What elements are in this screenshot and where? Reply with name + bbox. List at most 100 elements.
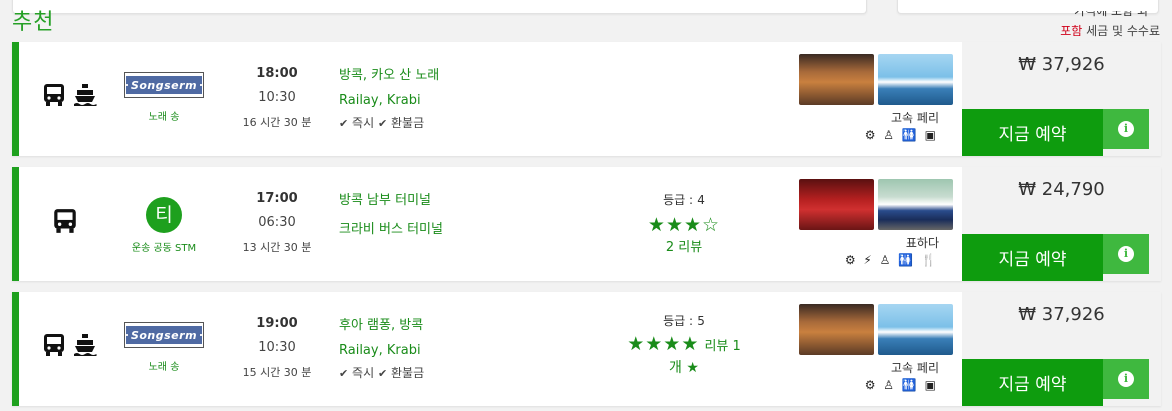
price: ₩ 24,790 (1018, 179, 1105, 200)
bus-icon (44, 334, 64, 356)
info-icon: i (1118, 371, 1134, 387)
times: 17:00 06:30 13 시간 30 분 (237, 191, 317, 255)
photo-coach[interactable] (878, 179, 953, 230)
duration: 15 시간 30 분 (242, 366, 312, 379)
gear-icon: ⚙ (844, 253, 858, 267)
departure-time: 17:00 (256, 191, 298, 206)
tv-icon: ▣ (924, 128, 938, 142)
book-now-button[interactable]: 지금 예약 (962, 109, 1103, 156)
arrival-time: 10:30 (258, 90, 296, 105)
check-icon: ✔ (377, 367, 388, 380)
photo-ferry[interactable] (878, 54, 953, 105)
info-icon: i (1118, 246, 1134, 262)
ferry-icon (74, 334, 97, 356)
times: 19:00 10:30 15 시간 30 분 (237, 316, 317, 380)
amenities: ⚙ ⚡ ♙ 🚻 🍴 (845, 253, 938, 267)
toilet-icon: ♙ (883, 378, 897, 392)
bus-icon (44, 84, 64, 106)
mode-icons (51, 207, 79, 235)
flags: ✔ 즉시 ✔ 환불금 (339, 114, 439, 131)
amenities: ⚙ ♙ 🚻 ▣ (865, 378, 938, 392)
power-icon: ⚡ (863, 253, 874, 267)
route-to[interactable]: Railay, Krabi (339, 93, 439, 108)
grade: 등급 : 4 (663, 193, 705, 207)
grade-value: 5 (697, 314, 705, 328)
operator-name: 노래 송 (148, 112, 180, 123)
section-title: 추천 (12, 10, 55, 35)
tax-rest: 세금 및 수수료 (1082, 24, 1160, 38)
check-icon: ✔ (377, 117, 388, 130)
ferry-icon (74, 84, 97, 106)
photo-seats[interactable] (799, 179, 874, 230)
check-icon: ✔ (339, 367, 349, 380)
flag-instant: 즉시 (352, 116, 375, 130)
trip-card[interactable]: Songserm 노래 송 18:00 10:30 16 시간 30 분 방콕,… (12, 42, 1161, 156)
gear-icon: ⚙ (864, 128, 878, 142)
price: ₩ 37,926 (1018, 54, 1105, 75)
tax-note: 포함 세금 및 수수료 (1060, 22, 1160, 39)
class-label: 고속 페리 (891, 111, 939, 125)
photo-bus-interior[interactable] (799, 304, 874, 355)
operator-name: 운송 공동 STM (131, 243, 197, 254)
operator-logo: 티 (146, 197, 182, 233)
duration: 16 시간 30 분 (242, 116, 312, 129)
route-from[interactable]: 방콕, 카오 산 노래 (339, 64, 439, 83)
star-rating: ★★★☆ (647, 214, 721, 236)
rating: 등급 : 4 ★★★☆ 2 리뷰 (599, 191, 769, 255)
route: 방콕, 카오 산 노래 Railay, Krabi ✔ 즉시 ✔ 환불금 (339, 64, 439, 131)
star-rating: ★★★★ (627, 333, 700, 355)
class-label: 고속 페리 (891, 361, 939, 375)
bus-icon (54, 209, 76, 233)
tax-included: 포함 (1060, 24, 1083, 38)
trip-card[interactable]: Songserm 노래 송 19:00 10:30 15 시간 30 분 후아 … (12, 292, 1161, 406)
meal-icon: 🍴 (921, 253, 938, 267)
reviews-link[interactable]: 리뷰 1 (704, 339, 740, 354)
info-button[interactable]: i (1103, 109, 1149, 149)
class-label: 표하다 (905, 236, 939, 250)
operator: Songserm 노래 송 (119, 72, 209, 123)
flags: ✔ 즉시 ✔ 환불금 (339, 364, 424, 381)
operator: Songserm 노래 송 (119, 322, 209, 373)
tv-icon: ▣ (924, 378, 938, 392)
route-to[interactable]: Railay, Krabi (339, 343, 424, 358)
mode-icons (41, 82, 97, 108)
price-panel: ₩ 37,926 지금 예약 i (962, 42, 1161, 156)
photos[interactable] (799, 304, 953, 355)
photos[interactable] (799, 54, 953, 105)
flag-refund: 환불금 (391, 366, 425, 380)
grade: 등급 : 5 (663, 314, 705, 328)
reviews-link[interactable]: 2 리뷰 (599, 236, 769, 255)
info-button[interactable]: i (1103, 234, 1149, 274)
book-now-button[interactable]: 지금 예약 (962, 359, 1103, 406)
times: 18:00 10:30 16 시간 30 분 (237, 66, 317, 130)
route-to[interactable]: 크라비 버스 터미널 (339, 218, 443, 237)
toilet-icon: ♙ (883, 128, 897, 142)
grade-value: 4 (697, 193, 705, 207)
info-button[interactable]: i (1103, 359, 1149, 399)
photos[interactable] (799, 179, 953, 230)
rating: 등급 : 5 ★★★★ 리뷰 1 개 ★ (599, 312, 769, 377)
price-panel: ₩ 24,790 지금 예약 i (962, 167, 1161, 281)
trip-card[interactable]: 티 운송 공동 STM 17:00 06:30 13 시간 30 분 방콕 남부… (12, 167, 1161, 281)
route-from[interactable]: 방콕 남부 터미널 (339, 189, 443, 208)
reviews-link-cont[interactable]: 개 ★ (599, 357, 769, 377)
arrival-time: 10:30 (258, 340, 296, 355)
check-icon: ✔ (339, 117, 349, 130)
restroom-icon: 🚻 (901, 378, 919, 392)
previous-card-bottom (12, 0, 867, 14)
restroom-icon: 🚻 (901, 128, 919, 142)
price-panel: ₩ 37,926 지금 예약 i (962, 292, 1161, 406)
operator-logo: Songserm (124, 322, 204, 348)
route: 후아 램퐁, 방콕 Railay, Krabi ✔ 즉시 ✔ 환불금 (339, 314, 424, 381)
mode-icons (41, 332, 97, 358)
photo-bus-interior[interactable] (799, 54, 874, 105)
photo-ferry[interactable] (878, 304, 953, 355)
route-from[interactable]: 후아 램퐁, 방콕 (339, 314, 424, 333)
flag-instant: 즉시 (352, 366, 375, 380)
gear-icon: ⚙ (864, 378, 878, 392)
departure-time: 18:00 (256, 66, 298, 81)
arrival-time: 06:30 (258, 215, 296, 230)
duration: 13 시간 30 분 (242, 241, 312, 254)
operator-logo: Songserm (124, 72, 204, 98)
book-now-button[interactable]: 지금 예약 (962, 234, 1103, 281)
